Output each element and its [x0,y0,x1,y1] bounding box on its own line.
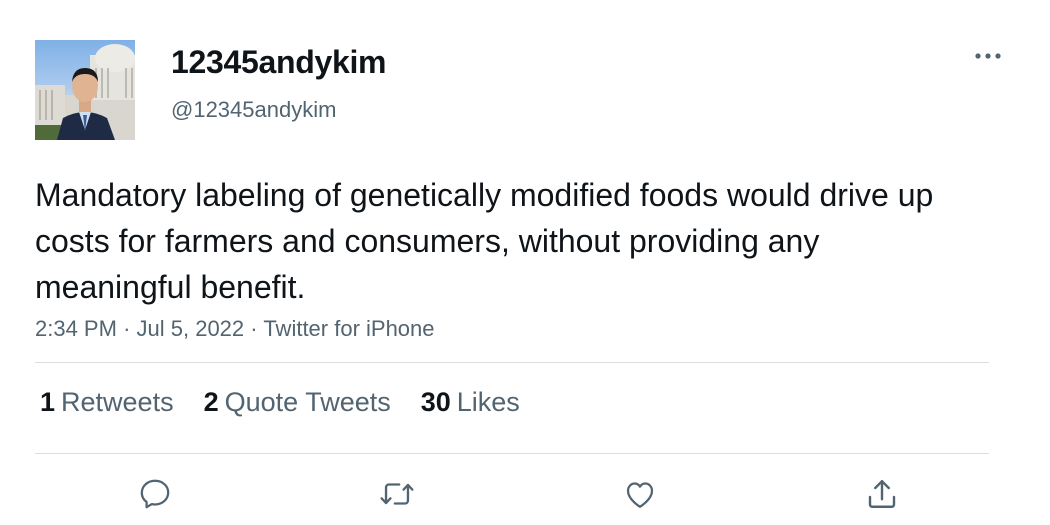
quote-tweets-label: Quote Tweets [224,387,391,417]
tweet-text: Mandatory labeling of genetically modifi… [35,177,934,305]
retweets-label: Retweets [61,387,174,417]
retweets-stat[interactable]: 1 Retweets [40,387,174,418]
quote-tweets-stat[interactable]: 2 Quote Tweets [204,387,391,418]
tweet-stats: 1 Retweets 2 Quote Tweets 30 Likes [40,387,520,418]
likes-label: Likes [456,387,520,417]
share-icon [868,480,896,508]
meta-separator: · [250,316,264,341]
avatar[interactable] [35,40,135,140]
profile-photo-image [35,44,135,140]
tweet-date[interactable]: Jul 5, 2022 [137,316,245,341]
meta-separator: · [123,316,137,341]
quote-tweets-count: 2 [203,387,219,417]
reply-icon [140,479,170,509]
likes-stat[interactable]: 30 Likes [421,387,520,418]
like-icon [626,482,654,508]
tweet-meta: 2:34 PM · Jul 5, 2022 · Twitter for iPho… [35,316,435,342]
retweet-button[interactable] [377,474,417,514]
likes-count: 30 [420,387,451,417]
like-button[interactable] [620,474,660,514]
share-button[interactable] [862,474,902,514]
tweet-source[interactable]: Twitter for iPhone [263,316,434,341]
author-handle[interactable]: @12345andykim [171,97,336,123]
more-icon [975,53,1001,59]
reply-button[interactable] [135,474,175,514]
retweet-icon [380,483,414,505]
divider [35,362,989,363]
tweet-time[interactable]: 2:34 PM [35,316,117,341]
author-display-name[interactable]: 12345andykim [171,44,387,81]
more-menu-button[interactable] [970,42,1006,70]
divider [35,453,989,454]
retweets-count: 1 [40,387,56,417]
